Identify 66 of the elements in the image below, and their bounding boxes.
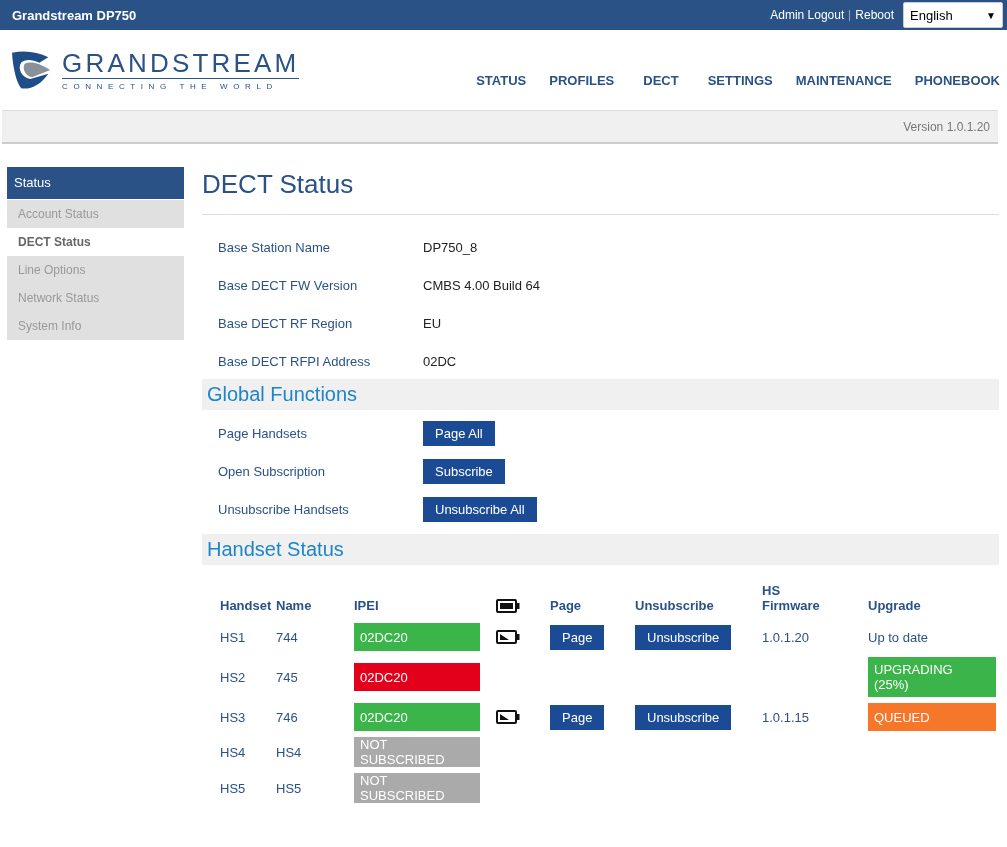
logo-wordmark: GRANDSTREAM: [62, 49, 300, 79]
section-header: Global Functions: [202, 379, 999, 410]
upgrade-status-tag: QUEUED: [868, 703, 996, 731]
field-value: DP750_8: [423, 239, 478, 255]
table-cell: 746: [276, 709, 298, 725]
page-title: DECT Status: [202, 167, 999, 215]
table-cell: HS4: [276, 744, 302, 760]
field-label: Base DECT RF Region: [218, 315, 354, 331]
nav-link[interactable]: PROFILES: [549, 73, 615, 88]
version-text: Version 1.0.1.20: [903, 119, 991, 134]
upgrade-status-tag: UPGRADING (25%): [868, 657, 996, 697]
field-label: Open Subscription: [218, 463, 326, 479]
app-title: Grandstream DP750: [12, 7, 137, 23]
column-header: Page: [550, 598, 582, 613]
column-header: Unsubscribe: [635, 598, 714, 613]
field-label: Page Handsets: [218, 425, 308, 441]
action-button[interactable]: Unsubscribe All: [423, 496, 537, 522]
table-cell: 1.0.1.20: [762, 629, 809, 645]
table-cell: HS5: [220, 780, 246, 796]
field-label: Base DECT FW Version: [218, 277, 359, 293]
column-header: HS Firmware: [762, 583, 820, 613]
action-button[interactable]: Subscribe: [423, 458, 505, 484]
table-cell: HS3: [220, 709, 246, 725]
battery-low-icon: [496, 710, 520, 724]
nav-link[interactable]: STATUS: [476, 73, 527, 88]
battery-full-icon: [496, 599, 520, 613]
field-label: Base DECT RFPI Address: [218, 353, 372, 369]
ipei-status-tag: NOT SUBSCRIBED: [354, 773, 480, 803]
language-select[interactable]: English ▼: [903, 2, 1003, 28]
logo-tagline: CONNECTING THE WORLD: [62, 82, 279, 91]
unsubscribe-button[interactable]: Unsubscribe: [635, 624, 732, 650]
page-button[interactable]: Page: [550, 704, 605, 730]
ipei-status-tag: 02DC20: [354, 663, 480, 691]
ipei-status-tag: 02DC20: [354, 703, 480, 731]
action-button[interactable]: Page All: [423, 420, 495, 446]
nav-link[interactable]: SETTINGS: [707, 73, 773, 88]
table-cell: 1.0.1.15: [762, 709, 809, 725]
table-cell: HS2: [220, 669, 246, 685]
field-value: 02DC: [423, 353, 457, 369]
nav-link[interactable]: MAINTENANCE: [795, 73, 892, 88]
table-cell: Up to date: [868, 629, 928, 645]
field-label: Unsubscribe Handsets: [218, 501, 350, 517]
table-cell: 745: [276, 669, 298, 685]
column-header: Upgrade: [868, 598, 921, 613]
section-header: Handset Status: [202, 534, 999, 565]
sidebar-header: Status: [7, 167, 184, 199]
table-cell: HS5: [276, 780, 302, 796]
nav-link[interactable]: DECT: [643, 73, 679, 88]
header-link[interactable]: Reboot: [849, 9, 899, 21]
page-button[interactable]: Page: [550, 624, 605, 650]
field-value: EU: [423, 315, 442, 331]
logo-icon: [12, 48, 52, 92]
table-cell: HS1: [220, 629, 246, 645]
ipei-status-tag: NOT SUBSCRIBED: [354, 737, 480, 767]
nav-link[interactable]: PHONEBOOK: [914, 73, 1000, 88]
field-label: Base Station Name: [218, 239, 331, 255]
field-value: CMBS 4.00 Build 64: [423, 277, 541, 293]
battery-low-icon: [496, 630, 520, 644]
unsubscribe-button[interactable]: Unsubscribe: [635, 704, 732, 730]
column-header: Handset: [220, 598, 272, 613]
table-cell: 744: [276, 629, 298, 645]
table-cell: HS4: [220, 744, 246, 760]
column-header: Name: [276, 598, 312, 613]
ipei-status-tag: 02DC20: [354, 623, 480, 651]
header-link[interactable]: Admin Logout: [765, 9, 850, 21]
column-header: IPEI: [354, 598, 379, 613]
